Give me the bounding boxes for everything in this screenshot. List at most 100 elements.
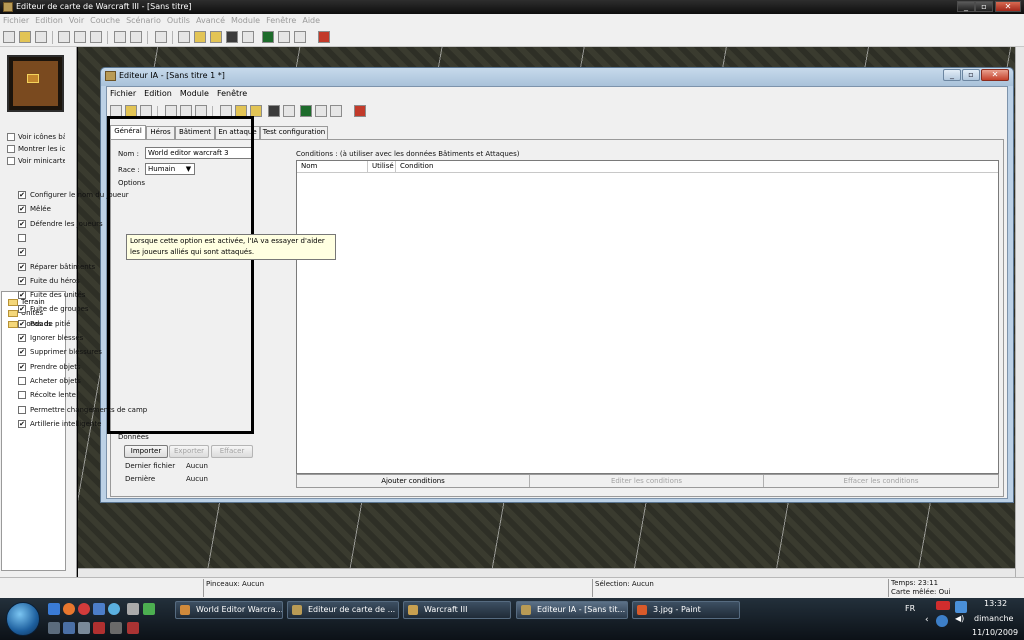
help-tray-icon[interactable] [936, 615, 948, 627]
ajouter-conditions-button[interactable]: Ajouter conditions [297, 475, 530, 487]
ia-close-button[interactable]: ✕ [981, 69, 1009, 81]
option-row[interactable]: ✔ Réparer bâtiments [18, 263, 95, 271]
trigger-editor-icon[interactable] [268, 105, 280, 117]
option-row[interactable]: ✔ Artillerie intelligente [18, 420, 101, 428]
show-desktop-icon[interactable] [48, 603, 60, 615]
checkbox-checked-icon[interactable]: ✔ [18, 263, 26, 271]
language-indicator[interactable]: FR [905, 604, 915, 613]
quicklaunch-icon-2[interactable] [63, 622, 75, 634]
option-row[interactable]: ✔ Fuite de groupes [18, 305, 89, 313]
checkbox-unchecked-icon[interactable] [18, 406, 26, 414]
option-row[interactable]: Acheter objets [18, 377, 81, 385]
new-file-icon[interactable] [3, 31, 15, 43]
network-icon[interactable] [127, 603, 139, 615]
ia-menu-fenetre[interactable]: Fenêtre [214, 87, 252, 101]
menu-couche[interactable]: Couche [87, 14, 123, 27]
menu-scenario[interactable]: Scénario [123, 14, 164, 27]
ia-restore-button[interactable]: ▫ [962, 69, 980, 81]
task-paint[interactable]: 3.jpg - Paint [632, 601, 740, 619]
object-editor-icon[interactable] [242, 31, 254, 43]
task-editeur-carte[interactable]: Editeur de carte de ... [287, 601, 399, 619]
option-row[interactable]: ✔ Défendre les joueurs [18, 220, 103, 228]
menu-fenetre[interactable]: Fenêtre [263, 14, 299, 27]
column-nom[interactable]: Nom [297, 161, 368, 173]
ai-editor-icon[interactable] [300, 105, 312, 117]
ia-minimize-button[interactable]: _ [943, 69, 961, 81]
quicklaunch-icon-6[interactable] [127, 622, 139, 634]
exporter-button[interactable]: Exporter [169, 445, 209, 458]
checkbox-checked-icon[interactable]: ✔ [18, 363, 26, 371]
sound-editor-icon[interactable] [210, 31, 222, 43]
tray-expand-icon[interactable]: ‹ [925, 615, 929, 625]
redo-icon[interactable] [130, 31, 142, 43]
option-row[interactable]: ✔ Pas de pitié [18, 320, 70, 328]
option-row[interactable]: ✔ Ignorer blessés [18, 334, 83, 342]
checkbox-checked-icon[interactable]: ✔ [18, 305, 26, 313]
editer-conditions-button[interactable]: Editer les conditions [530, 475, 764, 487]
volume-icon[interactable]: ◀) [955, 614, 964, 623]
task-editeur-ia[interactable]: Editeur IA - [Sans tit... [516, 601, 628, 619]
restore-button[interactable]: ▫ [975, 1, 993, 12]
checkbox-checked-icon[interactable]: ✔ [18, 291, 26, 299]
terrain-editor-icon[interactable] [178, 31, 190, 43]
open-folder-icon[interactable] [19, 31, 31, 43]
menu-outils[interactable]: Outils [164, 14, 193, 27]
quicklaunch-icon-1[interactable] [48, 622, 60, 634]
network-tray-icon[interactable] [955, 601, 967, 613]
undo-icon[interactable] [114, 31, 126, 43]
unit-editor-icon[interactable] [194, 31, 206, 43]
checkbox-checked-icon[interactable]: ✔ [18, 220, 26, 228]
checkbox-checked-icon[interactable]: ✔ [18, 248, 26, 256]
option-row[interactable]: ✔ Supprimer blessures [18, 348, 102, 356]
quicklaunch-icon-5[interactable] [110, 622, 122, 634]
option-row[interactable]: ✔ Mêlée [18, 205, 51, 213]
layer-tree[interactable]: Terrain Unités Doodads [1, 291, 66, 571]
clock-date[interactable]: 11/10/2009 [972, 628, 1018, 637]
explorer-icon[interactable] [93, 603, 105, 615]
column-utilise[interactable]: Utilisé [368, 161, 396, 173]
option-row[interactable]: ✔ Prendre objets [18, 363, 81, 371]
test-map-icon[interactable] [354, 105, 366, 117]
menu-fichier[interactable]: Fichier [0, 14, 32, 27]
quicklaunch-icon-3[interactable] [78, 622, 90, 634]
campaign-editor-icon[interactable] [278, 31, 290, 43]
checkbox-checked-icon[interactable]: ✔ [18, 320, 26, 328]
option-row[interactable]: ✔ [18, 248, 30, 256]
effacer-conditions-button[interactable]: Effacer les conditions [764, 475, 998, 487]
option-row[interactable] [18, 234, 30, 242]
effacer-button[interactable]: Effacer [211, 445, 253, 458]
ai-editor-icon[interactable] [262, 31, 274, 43]
object-editor-icon[interactable] [283, 105, 295, 117]
left-check-show[interactable]: Montrer les ic [7, 145, 65, 153]
horizontal-scrollbar[interactable] [78, 568, 1015, 577]
firefox-icon[interactable] [63, 603, 75, 615]
checkbox-unchecked-icon[interactable] [18, 234, 26, 242]
checkbox-checked-icon[interactable]: ✔ [18, 420, 26, 428]
left-check-minimap[interactable]: Voir minicarte [7, 157, 65, 165]
close-button[interactable]: ✕ [995, 1, 1021, 12]
import-manager-icon[interactable] [330, 105, 342, 117]
menu-edition[interactable]: Edition [32, 14, 66, 27]
clock-time[interactable]: 13:32 [984, 599, 1007, 608]
conditions-list[interactable]: Nom Utilisé Condition [296, 160, 999, 474]
save-icon[interactable] [35, 31, 47, 43]
ati-icon[interactable] [936, 601, 950, 610]
campaign-editor-icon[interactable] [315, 105, 327, 117]
test-map-icon[interactable] [318, 31, 330, 43]
checkbox-unchecked-icon[interactable] [18, 391, 26, 399]
minimap[interactable] [7, 55, 64, 112]
paste-icon[interactable] [90, 31, 102, 43]
importer-button[interactable]: Importer [124, 445, 168, 458]
checkbox-unchecked-icon[interactable] [18, 377, 26, 385]
messenger-icon[interactable] [108, 603, 120, 615]
import-manager-icon[interactable] [294, 31, 306, 43]
option-row[interactable]: ✔ Fuite des unités [18, 291, 85, 299]
trigger-editor-icon[interactable] [226, 31, 238, 43]
option-row[interactable]: ✔ Fuite du héros [18, 277, 80, 285]
start-button[interactable] [6, 602, 40, 636]
checkbox-checked-icon[interactable]: ✔ [18, 205, 26, 213]
task-world-editor[interactable]: World Editor Warcra... [175, 601, 283, 619]
checkbox-checked-icon[interactable]: ✔ [18, 191, 26, 199]
copy-icon[interactable] [74, 31, 86, 43]
ia-menu-fichier[interactable]: Fichier [107, 87, 141, 101]
